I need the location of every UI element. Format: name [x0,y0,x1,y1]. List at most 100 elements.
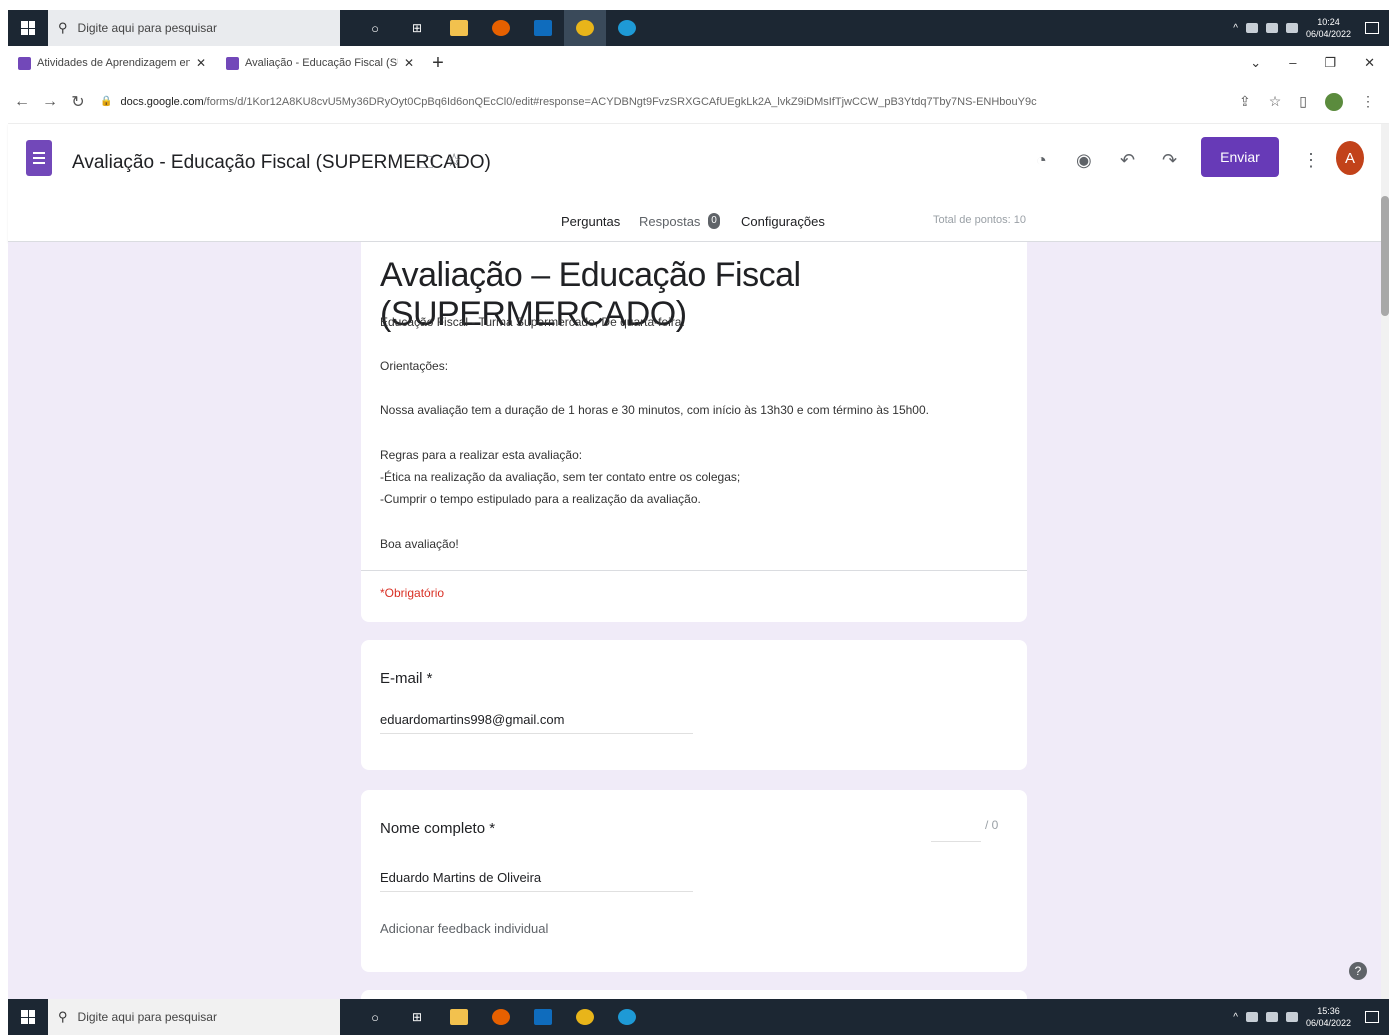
start-button[interactable] [8,10,48,46]
task-view-button[interactable]: ○ [354,999,396,1035]
form-description-line: Educação Fiscal - Turma Supermercado, De… [380,315,685,329]
taskbar-search[interactable]: ⚲ Digite aqui para pesquisar [48,10,340,46]
taskbar-search[interactable]: ⚲ Digite aqui para pesquisar [48,999,340,1035]
search-icon: ⚲ [58,1009,68,1024]
send-button[interactable]: Enviar [1201,137,1279,177]
file-explorer-button[interactable] [438,10,480,46]
widgets-button[interactable]: ⊞ [396,10,438,46]
file-explorer-button[interactable] [438,999,480,1035]
chrome-icon [576,1009,594,1025]
extension-icon[interactable] [1325,92,1343,111]
back-icon[interactable]: ← [8,93,36,111]
name-answer: Eduardo Martins de Oliveira [380,870,693,892]
share-icon[interactable]: ⇪ [1239,93,1251,110]
points-total: / 0 [985,818,999,832]
edge-button[interactable] [606,999,648,1035]
chrome-button[interactable] [564,10,606,46]
chevron-up-icon[interactable]: ^ [1233,23,1238,34]
star-icon[interactable]: ☆ [446,150,462,171]
widgets-button[interactable]: ⊞ [396,999,438,1035]
form-description-line: Orientações: [380,359,449,373]
network-icon[interactable] [1265,23,1278,33]
redo-icon[interactable]: ↷ [1162,150,1177,171]
widgets-icon: ⊞ [411,1010,423,1024]
minimize-icon[interactable]: – [1289,55,1296,71]
restore-icon[interactable]: ❐ [1324,55,1336,71]
notification-icon[interactable] [1365,22,1379,34]
browser-tab-strip: Atividades de Aprendizagem en ✕ Avaliaçã… [8,46,1389,80]
browser-menu-icon[interactable]: ⋮ [1361,93,1375,110]
form-description-line: -Cumprir o tempo estipulado para a reali… [380,492,701,506]
scrollbar[interactable] [1381,124,1389,999]
more-options-icon[interactable]: ⋮ [1302,150,1320,171]
email-label: E-mail * [380,670,433,687]
name-label: Nome completo * [380,820,496,837]
chevron-up-icon[interactable]: ^ [1233,1012,1238,1023]
forms-header: Avaliação - Educação Fiscal (SUPERMERCAD… [8,124,1389,242]
tab-settings[interactable]: Configurações [741,214,825,229]
volume-icon[interactable] [1285,23,1298,33]
side-panel-icon[interactable]: ▯ [1299,93,1307,110]
form-title-card[interactable]: Avaliação – Educação Fiscal (SUPERMERCAD… [361,242,1027,622]
browser-tab[interactable]: Atividades de Aprendizagem en ✕ [8,46,216,80]
address-bar: ← → ↻ 🔒 docs.google.com/forms/d/1Kor12A8… [8,80,1389,124]
tab-title: Avaliação - Educação Fiscal (SUP [245,57,398,69]
task-view-icon: ○ [371,20,379,36]
tab-questions[interactable]: Perguntas [561,214,620,229]
points-input[interactable] [931,828,981,842]
url-path: /forms/d/1Kor12A8KU8cvU5My36DRyOyt0CpBq6… [203,95,1037,108]
email-question-card[interactable]: E-mail * eduardomartins998@gmail.com [361,640,1027,770]
folder-icon [450,1009,468,1025]
start-button[interactable] [8,999,48,1035]
close-icon[interactable]: ✕ [404,56,414,70]
task-view-button[interactable]: ○ [354,10,396,46]
name-question-card[interactable]: Nome completo * / 0 Eduardo Martins de O… [361,790,1027,972]
next-question-card[interactable] [361,990,1027,999]
palette-icon[interactable]: ◔ [1036,150,1047,171]
firefox-button[interactable] [480,10,522,46]
onedrive-icon[interactable] [1245,23,1258,33]
outlook-button[interactable] [522,10,564,46]
scrollbar-thumb[interactable] [1381,196,1389,316]
firefox-icon [492,1009,510,1025]
required-note: *Obrigatório [380,586,445,600]
forward-icon[interactable]: → [36,93,64,111]
google-forms-logo-icon[interactable] [26,140,52,176]
folder-icon[interactable]: 🗀 [416,150,434,180]
url-field[interactable]: 🔒 docs.google.com/forms/d/1Kor12A8KU8cvU… [100,87,1219,117]
window-close-icon[interactable]: ✕ [1364,55,1375,71]
windows-icon [21,1010,35,1024]
browser-tab-active[interactable]: Avaliação - Educação Fiscal (SUP ✕ [216,46,424,80]
help-icon[interactable]: ? [1349,962,1367,980]
close-icon[interactable]: ✕ [196,56,206,70]
undo-icon[interactable]: ↶ [1120,150,1135,171]
preview-eye-icon[interactable]: ◉ [1076,150,1092,171]
widgets-icon: ⊞ [411,21,423,35]
tab-search-icon[interactable]: ⌄ [1250,55,1261,71]
new-tab-button[interactable]: + [424,52,452,75]
firefox-button[interactable] [480,999,522,1035]
reload-icon[interactable]: ↻ [64,92,92,112]
tab-responses[interactable]: Respostas [639,214,700,229]
clock[interactable]: 15:36 06/04/2022 [1306,1005,1351,1029]
volume-icon[interactable] [1285,1012,1298,1022]
bookmark-star-icon[interactable]: ☆ [1269,93,1282,110]
outlook-icon [534,20,552,36]
outlook-button[interactable] [522,999,564,1035]
lock-icon[interactable]: 🔒 [100,96,112,107]
account-avatar[interactable]: A [1336,141,1364,175]
clock-date: 06/04/2022 [1305,1018,1351,1028]
divider [361,570,1027,571]
clock-time: 15:36 [1317,1006,1340,1016]
folder-icon [450,20,468,36]
form-description-line: Regras para a realizar esta avaliação: [380,448,583,462]
notification-icon[interactable] [1365,1011,1379,1023]
add-feedback-link[interactable]: Adicionar feedback individual [380,921,548,936]
onedrive-icon[interactable] [1245,1012,1258,1022]
tab-favicon-icon [18,56,31,70]
network-icon[interactable] [1265,1012,1278,1022]
clock[interactable]: 10:24 06/04/2022 [1306,16,1351,40]
search-icon: ⚲ [58,20,68,35]
edge-button[interactable] [606,10,648,46]
chrome-button[interactable] [564,999,606,1035]
